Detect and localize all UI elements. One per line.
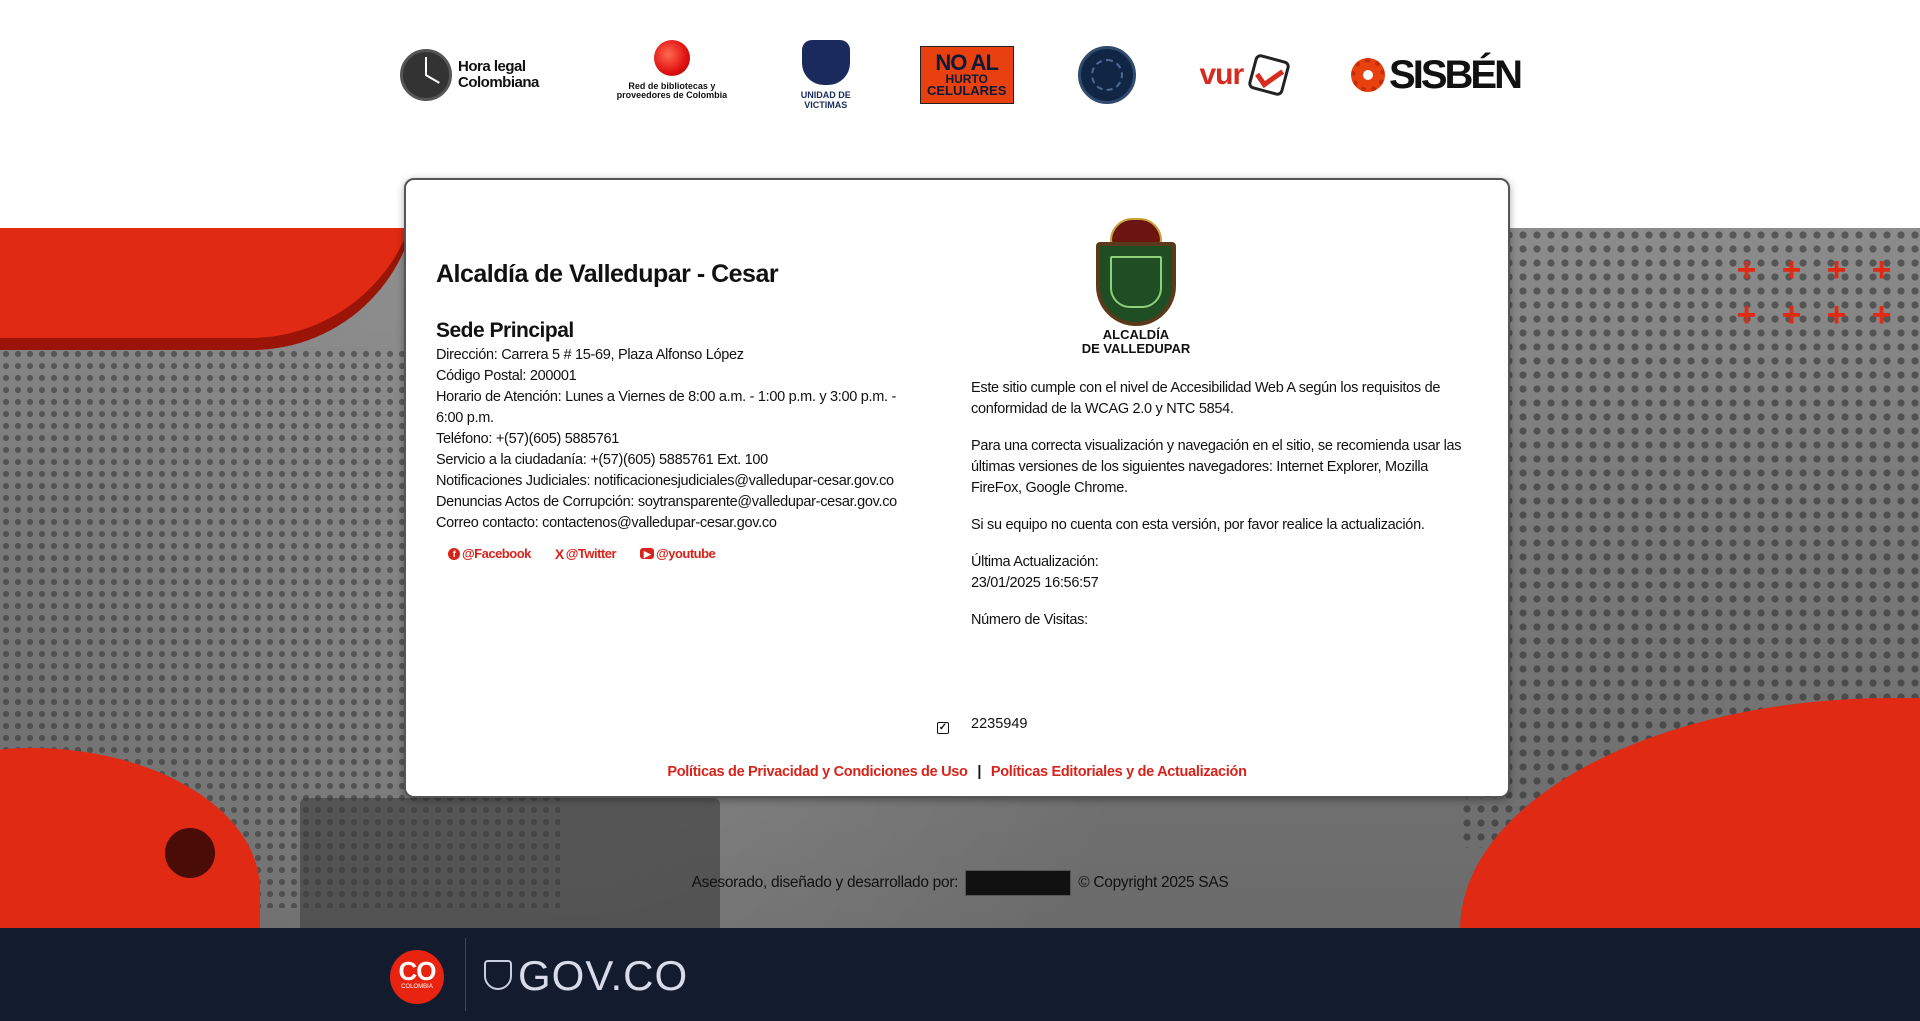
plus-pattern-icon: + + + + + + + + (1736, 251, 1892, 334)
address-line: Dirección: Carrera 5 # 15-69, Plaza Alfo… (436, 347, 744, 363)
crest-label-line1: ALCALDÍA (1102, 327, 1170, 342)
contact-column: Alcaldía de Valledupar - Cesar Sede Prin… (436, 260, 926, 561)
twitter-label: @Twitter (565, 546, 617, 561)
accessibility-note: Este sitio cumple con el nivel de Accesi… (971, 380, 1441, 417)
vur-text: vur (1199, 58, 1244, 91)
last-update-value: 23/01/2025 16:56:57 (971, 575, 1099, 591)
partner-logos: Hora legal Colombiana Red de bibliotecas… (400, 36, 1523, 114)
facebook-icon: f (448, 547, 460, 560)
info-column: ALCALDÍA DE VALLEDUPAR Este sitio cumple… (971, 218, 1481, 647)
policies-separator: | (977, 764, 982, 780)
office-hours-line: Horario de Atención: Lunes a Viernes de … (436, 389, 897, 426)
phone-line: Teléfono: +(57)(605) 5885761 (436, 431, 620, 447)
red-circle-icon (653, 40, 690, 76)
youtube-label: @youtube (656, 546, 716, 561)
org-title: Alcaldía de Valledupar - Cesar (436, 260, 779, 288)
co-text: CO (398, 956, 437, 986)
dark-shape (300, 798, 720, 928)
youtube-link[interactable]: ▶ @youtube (640, 546, 716, 561)
unidad-victimas-logo[interactable]: UNIDAD DE VICTIMAS (796, 40, 856, 110)
visits-label: Número de Visitas: (971, 612, 1088, 628)
credit-line: Asesorado, diseñado y desarrollado por: … (0, 870, 1920, 896)
twitter-link[interactable]: X @Twitter (554, 545, 617, 562)
national-shield-icon (484, 960, 512, 990)
govco-footer: CO COLOMBIA GOV.CO (0, 928, 1920, 1021)
browser-note: Para una correcta visualización y navega… (971, 438, 1462, 496)
corruption-report-line: Denuncias Actos de Corrupción: soytransp… (436, 494, 897, 510)
visits-counter: 2235949 (971, 715, 1027, 733)
youtube-icon: ▶ (640, 548, 655, 559)
last-update-label: Última Actualización: (971, 554, 1099, 570)
x-twitter-icon: X (554, 545, 564, 562)
red-bibliotecas-text: Red de bibliotecas y proveedores de Colo… (616, 81, 728, 101)
check-mark-icon (1247, 52, 1292, 98)
credit-prefix: Asesorado, diseñado y desarrollado por: (691, 874, 959, 892)
policies-links: Políticas de Privacidad y Condiciones de… (406, 764, 1508, 780)
footer-divider (465, 938, 466, 1011)
sisben-text: SISBÉN (1389, 52, 1523, 97)
facebook-label: @Facebook (462, 546, 531, 561)
footer-info-card: Alcaldía de Valledupar - Cesar Sede Prin… (404, 178, 1510, 798)
citizen-service-line: Servicio a la ciudadanía: +(57)(605) 588… (436, 452, 768, 468)
developer-badge[interactable] (965, 870, 1072, 896)
visits-value: 2235949 (971, 716, 1028, 732)
red-bibliotecas-logo[interactable]: Red de bibliotecas y proveedores de Colo… (612, 40, 732, 110)
alcaldia-crest-logo: ALCALDÍA DE VALLEDUPAR (981, 218, 1291, 356)
vur-logo[interactable]: vur (1199, 40, 1292, 110)
checkbox-icon: ✓ (937, 722, 949, 734)
judicial-notifications-line: Notificaciones Judiciales: notificacione… (436, 473, 894, 489)
sede-title: Sede Principal (436, 319, 574, 342)
seal-icon (1077, 46, 1136, 104)
govco-logo-text[interactable]: GOV.CO (518, 952, 688, 1000)
no-hurto-line1: NO AL (935, 49, 999, 75)
clock-icon (400, 49, 452, 101)
unidad-text: UNIDAD DE VICTIMAS (800, 90, 851, 110)
colombia-co-logo[interactable]: CO COLOMBIA (390, 950, 444, 1004)
shield-icon (801, 40, 850, 86)
gear-icon (1351, 58, 1386, 92)
coat-of-arms-icon (1092, 218, 1180, 326)
no-hurto-logo[interactable]: NO AL HURTO CELULARES (919, 40, 1014, 110)
seal-logo[interactable] (1077, 40, 1136, 110)
copyright-text: © Copyright 2025 SAS (1078, 874, 1229, 892)
crest-label-line2: DE VALLEDUPAR (1081, 341, 1191, 356)
postal-code-line: Código Postal: 200001 (436, 368, 577, 384)
sisben-logo[interactable]: SISBÉN (1351, 40, 1523, 110)
red-wave-top-left (0, 228, 420, 338)
update-note: Si su equipo no cuenta con esta versión,… (971, 517, 1425, 533)
hora-legal-logo[interactable]: Hora legal Colombiana (400, 40, 548, 110)
editorial-policy-link[interactable]: Políticas Editoriales y de Actualización (991, 764, 1247, 780)
privacy-policy-link[interactable]: Políticas de Privacidad y Condiciones de… (667, 764, 968, 780)
facebook-link[interactable]: f @Facebook (448, 546, 531, 561)
no-hurto-line3: CELULARES (926, 82, 1007, 98)
hora-legal-text: Hora legal Colombiana (458, 58, 539, 91)
contact-email-line: Correo contacto: contactenos@valledupar-… (436, 515, 777, 531)
social-links: f @Facebook X @Twitter ▶ @youtube (436, 546, 926, 561)
